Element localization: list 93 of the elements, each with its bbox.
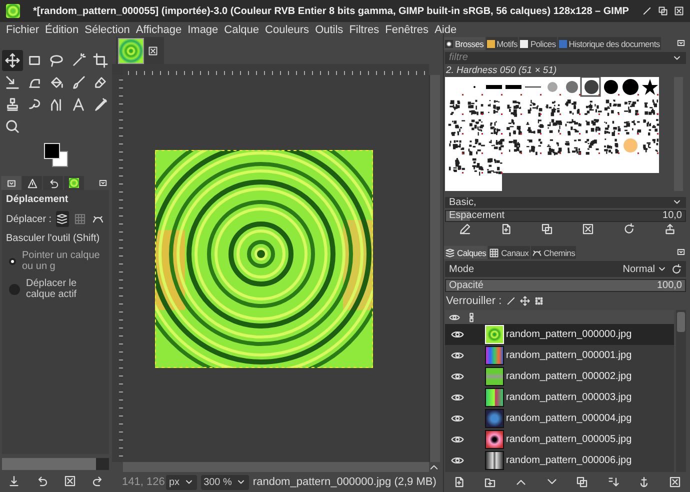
- new-group-icon[interactable]: [484, 476, 496, 488]
- panel-menu-icon[interactable]: [676, 38, 686, 48]
- panel-tab[interactable]: [43, 176, 63, 190]
- menu-item[interactable]: Fenêtres: [382, 24, 432, 36]
- layer-row[interactable]: random_pattern_000006.jpg: [445, 450, 674, 471]
- export-icon[interactable]: [664, 222, 676, 235]
- dock-tab[interactable]: Polices: [519, 37, 557, 50]
- new-page-icon[interactable]: [500, 222, 512, 235]
- duplicate-icon[interactable]: [576, 476, 588, 488]
- layer-thumbnail: [485, 325, 504, 344]
- undo-icon[interactable]: [48, 178, 58, 188]
- dock-tab[interactable]: Chemins: [530, 246, 576, 259]
- dock-tab[interactable]: Canaux: [488, 246, 530, 259]
- layer-thumbnail: [485, 409, 504, 428]
- image-tab[interactable]: [116, 37, 164, 64]
- menu-item[interactable]: Image: [184, 24, 222, 36]
- tag-field[interactable]: Basic,: [445, 196, 686, 208]
- panel-tab[interactable]: [64, 176, 84, 190]
- menu-item[interactable]: Affichage: [132, 24, 185, 36]
- delete-icon[interactable]: [668, 476, 681, 488]
- menu-item[interactable]: Couleurs: [262, 24, 312, 36]
- window-title: *[random_pattern_000055] (importée)-3.0 (Couleur RVB Entier 8 bits gamma, GIMP built-in sRGB, 56 calques) 128x128 – GIMP: [32, 6, 630, 16]
- unit-dropdown[interactable]: px: [166, 474, 197, 490]
- delete-icon[interactable]: [64, 475, 76, 487]
- menu-item[interactable]: Outils: [312, 24, 346, 36]
- merge-icon[interactable]: [607, 476, 620, 488]
- radio-label[interactable]: Pointer un calque ou un g: [22, 250, 105, 272]
- spacing-slider[interactable]: Espacement 10,0: [445, 210, 686, 222]
- anchor-icon[interactable]: [638, 476, 650, 488]
- restore-icon[interactable]: [36, 475, 48, 487]
- radio-button[interactable]: [9, 284, 20, 294]
- menu-item[interactable]: Aide: [432, 24, 460, 36]
- panel-tab[interactable]: [22, 176, 42, 190]
- edit-icon[interactable]: [458, 222, 470, 235]
- move-lock-icon[interactable]: [520, 296, 530, 306]
- option-label: Déplacer :: [6, 214, 52, 224]
- status-text: random_pattern_000000.jpg (2,9 MB): [252, 476, 436, 488]
- minimize-icon[interactable]: [642, 6, 652, 16]
- opacity-slider[interactable]: Opacité 100,0: [445, 279, 686, 292]
- layer-thumbnail: [485, 430, 504, 449]
- tool-options-icon[interactable]: [6, 178, 16, 188]
- delete-icon[interactable]: [582, 222, 594, 235]
- dock-tab[interactable]: Brosses: [444, 37, 485, 50]
- layer-thumbnail: [485, 451, 504, 470]
- layer-row[interactable]: random_pattern_000000.jpg: [445, 324, 674, 345]
- refresh-icon[interactable]: [622, 222, 634, 235]
- vertical-scrollbar[interactable]: [429, 75, 440, 462]
- field-label: Mode: [449, 264, 474, 274]
- layer-row[interactable]: random_pattern_000004.jpg: [445, 408, 674, 429]
- layer-thumbnail: [485, 346, 504, 365]
- pointer-coordinates: 141, 126: [122, 476, 162, 488]
- panel-tab[interactable]: [1, 176, 21, 190]
- brush-lock-icon[interactable]: [506, 296, 516, 306]
- filter-field[interactable]: filtre: [445, 52, 686, 64]
- layer-thumbnail: [485, 367, 504, 386]
- brush-name: 2. Hardness 050 (51 × 51): [445, 64, 558, 76]
- radio-label[interactable]: Déplacer le calque actif: [26, 278, 105, 300]
- mode-dropdown[interactable]: Normal: [622, 264, 667, 274]
- menu-item[interactable]: Fichier: [3, 24, 42, 36]
- new-layer-icon[interactable]: [453, 476, 466, 488]
- app-icon: [6, 4, 20, 18]
- horizontal-scrollbar[interactable]: [123, 462, 429, 472]
- option-label: Basculer l'outil (Shift): [6, 233, 101, 244]
- layer-row[interactable]: random_pattern_000003.jpg: [445, 387, 674, 408]
- panel-menu-icon[interactable]: [676, 247, 686, 257]
- dock-tab[interactable]: Historique des documents: [558, 37, 661, 50]
- checker-lock-icon[interactable]: [534, 296, 544, 306]
- save-icon[interactable]: [8, 475, 20, 487]
- lock-label: Verrouiller :: [446, 295, 502, 307]
- layer-row[interactable]: random_pattern_000002.jpg: [445, 366, 674, 387]
- zoom-dropdown[interactable]: 300 %: [200, 474, 249, 490]
- vertical-scrollbar[interactable]: [676, 310, 686, 472]
- panel-title: Déplacement: [6, 194, 70, 205]
- layer-row[interactable]: random_pattern_000001.jpg: [445, 345, 674, 366]
- slider-track[interactable]: [2, 458, 109, 470]
- brush-grid-drawing[interactable]: [445, 76, 659, 191]
- menu-item[interactable]: Sélection: [82, 24, 133, 36]
- reset-icon[interactable]: [92, 475, 104, 487]
- restore-icon[interactable]: [658, 6, 668, 16]
- path-icon[interactable]: [532, 248, 542, 258]
- panel-menu-icon[interactable]: [98, 178, 108, 188]
- close-icon[interactable]: [148, 46, 158, 56]
- layer-row[interactable]: random_pattern_000005.jpg: [445, 429, 674, 450]
- dock-tab[interactable]: Motifs: [486, 37, 518, 50]
- menu-item[interactable]: Édition: [42, 24, 82, 36]
- menu-item[interactable]: Calque: [221, 24, 262, 36]
- layer-thumbnail: [485, 388, 504, 407]
- menu-item[interactable]: Filtres: [346, 24, 382, 36]
- radio-button[interactable]: [9, 258, 16, 264]
- duplicate-icon[interactable]: [540, 222, 552, 235]
- layers-icon[interactable]: [445, 248, 455, 258]
- close-icon[interactable]: [674, 6, 684, 16]
- dock-tab[interactable]: Calques: [444, 246, 488, 259]
